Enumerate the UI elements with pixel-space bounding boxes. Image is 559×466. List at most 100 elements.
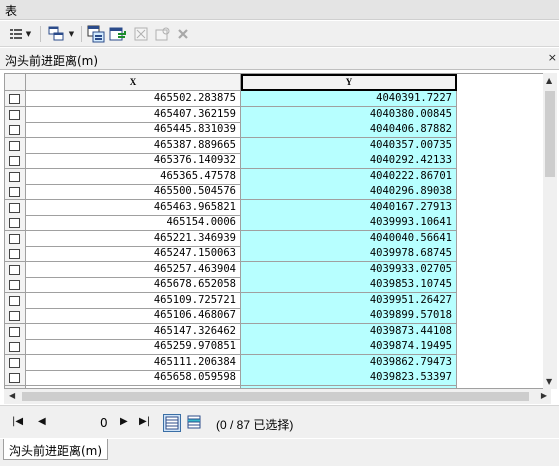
horizontal-scroll-thumb[interactable] xyxy=(22,392,529,401)
clear-selection-button[interactable] xyxy=(131,24,151,44)
table-row[interactable]: 465247.150063 4039978.68745 xyxy=(5,246,550,262)
table-row[interactable]: 465463.965821 4040167.27913 xyxy=(5,199,550,216)
cell-x[interactable]: 465247.150063 xyxy=(26,246,241,262)
row-selector[interactable] xyxy=(5,370,26,386)
column-header-x[interactable]: X xyxy=(26,74,241,91)
show-all-records-button[interactable] xyxy=(163,414,181,432)
cell-x[interactable]: 465109.725721 xyxy=(26,292,241,309)
related-tables-button[interactable]: ▼ xyxy=(46,24,76,44)
switch-selection-button[interactable] xyxy=(108,24,128,44)
row-selector[interactable] xyxy=(5,137,26,154)
table-row[interactable]: 465111.206384 4039862.79473 xyxy=(5,354,550,371)
row-selector[interactable] xyxy=(5,230,26,247)
table-row[interactable]: 465257.463904 4039933.02705 xyxy=(5,261,550,278)
cell-x[interactable]: 465147.326462 xyxy=(26,323,241,340)
table-row[interactable]: 465678.652058 4039853.10745 xyxy=(5,277,550,293)
row-selector[interactable] xyxy=(5,122,26,138)
table-row[interactable]: 465407.362159 4040380.00845 xyxy=(5,106,550,123)
cell-y[interactable]: 4040391.7227 xyxy=(241,91,457,107)
table-row[interactable]: 465502.283875 4040391.7227 xyxy=(5,91,550,107)
cell-y[interactable]: 4040167.27913 xyxy=(241,199,457,216)
zoom-to-selected-button[interactable] xyxy=(153,24,173,44)
cell-x[interactable]: 465502.283875 xyxy=(26,91,241,107)
cell-x[interactable]: 465658.059598 xyxy=(26,370,241,386)
cell-y[interactable]: 4040296.89038 xyxy=(241,184,457,200)
row-selector[interactable] xyxy=(5,215,26,231)
cell-x[interactable]: 465407.362159 xyxy=(26,106,241,123)
cell-x[interactable]: 465106.468067 xyxy=(26,308,241,324)
table-row[interactable]: 465109.725721 4039951.26427 xyxy=(5,292,550,309)
table-row[interactable]: 465658.059598 4039823.53397 xyxy=(5,370,550,386)
row-selector[interactable] xyxy=(5,277,26,293)
cell-y[interactable]: 4039951.26427 xyxy=(241,292,457,309)
next-record-icon[interactable]: ▶ xyxy=(120,416,128,428)
delete-selected-button[interactable] xyxy=(175,24,191,44)
vertical-scroll-thumb[interactable] xyxy=(545,91,555,177)
scroll-right-icon[interactable]: ▶ xyxy=(541,391,547,400)
row-selector[interactable] xyxy=(5,168,26,185)
show-selected-records-button[interactable] xyxy=(186,414,204,432)
row-selector[interactable] xyxy=(5,184,26,200)
cell-y[interactable]: 4039873.44108 xyxy=(241,323,457,340)
cell-y[interactable]: 4039853.10745 xyxy=(241,277,457,293)
row-selector[interactable] xyxy=(5,308,26,324)
cell-x[interactable]: 465257.463904 xyxy=(26,261,241,278)
close-icon[interactable]: × xyxy=(548,51,557,64)
scroll-up-icon[interactable]: ▲ xyxy=(546,76,552,85)
bottom-table-tab[interactable]: 沟头前进距离(m) xyxy=(3,439,109,460)
table-row[interactable]: 465365.47578 4040222.86701 xyxy=(5,168,550,185)
cell-y[interactable]: 4040040.56641 xyxy=(241,230,457,247)
vertical-scrollbar[interactable]: ▲ ▼ xyxy=(543,73,557,389)
cell-y[interactable]: 4040357.00735 xyxy=(241,137,457,154)
scroll-left-icon[interactable]: ◀ xyxy=(9,391,15,400)
row-selector-header[interactable] xyxy=(5,74,26,91)
column-header-y[interactable]: Y xyxy=(241,74,457,91)
cell-y[interactable]: 4040222.86701 xyxy=(241,168,457,185)
table-row[interactable]: 465500.504576 4040296.89038 xyxy=(5,184,550,200)
cell-x[interactable]: 465678.652058 xyxy=(26,277,241,293)
cell-y[interactable]: 4039823.53397 xyxy=(241,370,457,386)
row-selector[interactable] xyxy=(5,261,26,278)
cell-x[interactable]: 465445.831039 xyxy=(26,122,241,138)
current-record-field[interactable]: 0 xyxy=(100,416,108,430)
row-selector[interactable] xyxy=(5,153,26,169)
row-selector[interactable] xyxy=(5,292,26,309)
row-selector[interactable] xyxy=(5,106,26,123)
scroll-down-icon[interactable]: ▼ xyxy=(546,377,552,386)
cell-x[interactable]: 465259.970851 xyxy=(26,339,241,355)
cell-y[interactable]: 4039978.68745 xyxy=(241,246,457,262)
cell-x[interactable]: 465376.140932 xyxy=(26,153,241,169)
cell-y[interactable]: 4040292.42133 xyxy=(241,153,457,169)
row-selector[interactable] xyxy=(5,91,26,107)
cell-y[interactable]: 4039899.57018 xyxy=(241,308,457,324)
table-row[interactable]: 465259.970851 4039874.19495 xyxy=(5,339,550,355)
cell-x[interactable]: 465111.206384 xyxy=(26,354,241,371)
table-row[interactable]: 465387.889665 4040357.00735 xyxy=(5,137,550,154)
cell-x[interactable]: 465221.346939 xyxy=(26,230,241,247)
horizontal-scrollbar[interactable]: ◀ ▶ xyxy=(4,389,551,404)
cell-y[interactable]: 4040406.87882 xyxy=(241,122,457,138)
cell-y[interactable]: 4039874.19495 xyxy=(241,339,457,355)
table-row[interactable]: 465376.140932 4040292.42133 xyxy=(5,153,550,169)
cell-x[interactable]: 465463.965821 xyxy=(26,199,241,216)
row-selector[interactable] xyxy=(5,323,26,340)
last-record-icon[interactable]: ▶| xyxy=(139,416,150,428)
previous-record-icon[interactable]: ◀ xyxy=(38,416,46,428)
first-record-icon[interactable]: |◀ xyxy=(12,416,23,428)
select-by-attributes-button[interactable] xyxy=(86,24,106,44)
cell-x[interactable]: 465154.0006 xyxy=(26,215,241,231)
table-row[interactable]: 465221.346939 4040040.56641 xyxy=(5,230,550,247)
row-selector[interactable] xyxy=(5,339,26,355)
table-row[interactable]: 465154.0006 4039993.10641 xyxy=(5,215,550,231)
cell-x[interactable]: 465387.889665 xyxy=(26,137,241,154)
row-selector[interactable] xyxy=(5,354,26,371)
cell-x[interactable]: 465500.504576 xyxy=(26,184,241,200)
cell-y[interactable]: 4039862.79473 xyxy=(241,354,457,371)
cell-y[interactable]: 4040380.00845 xyxy=(241,106,457,123)
table-options-button[interactable]: ▼ xyxy=(6,24,34,44)
cell-x[interactable]: 465365.47578 xyxy=(26,168,241,185)
table-row[interactable]: 465147.326462 4039873.44108 xyxy=(5,323,550,340)
row-selector[interactable] xyxy=(5,199,26,216)
cell-y[interactable]: 4039933.02705 xyxy=(241,261,457,278)
cell-y[interactable]: 4039993.10641 xyxy=(241,215,457,231)
